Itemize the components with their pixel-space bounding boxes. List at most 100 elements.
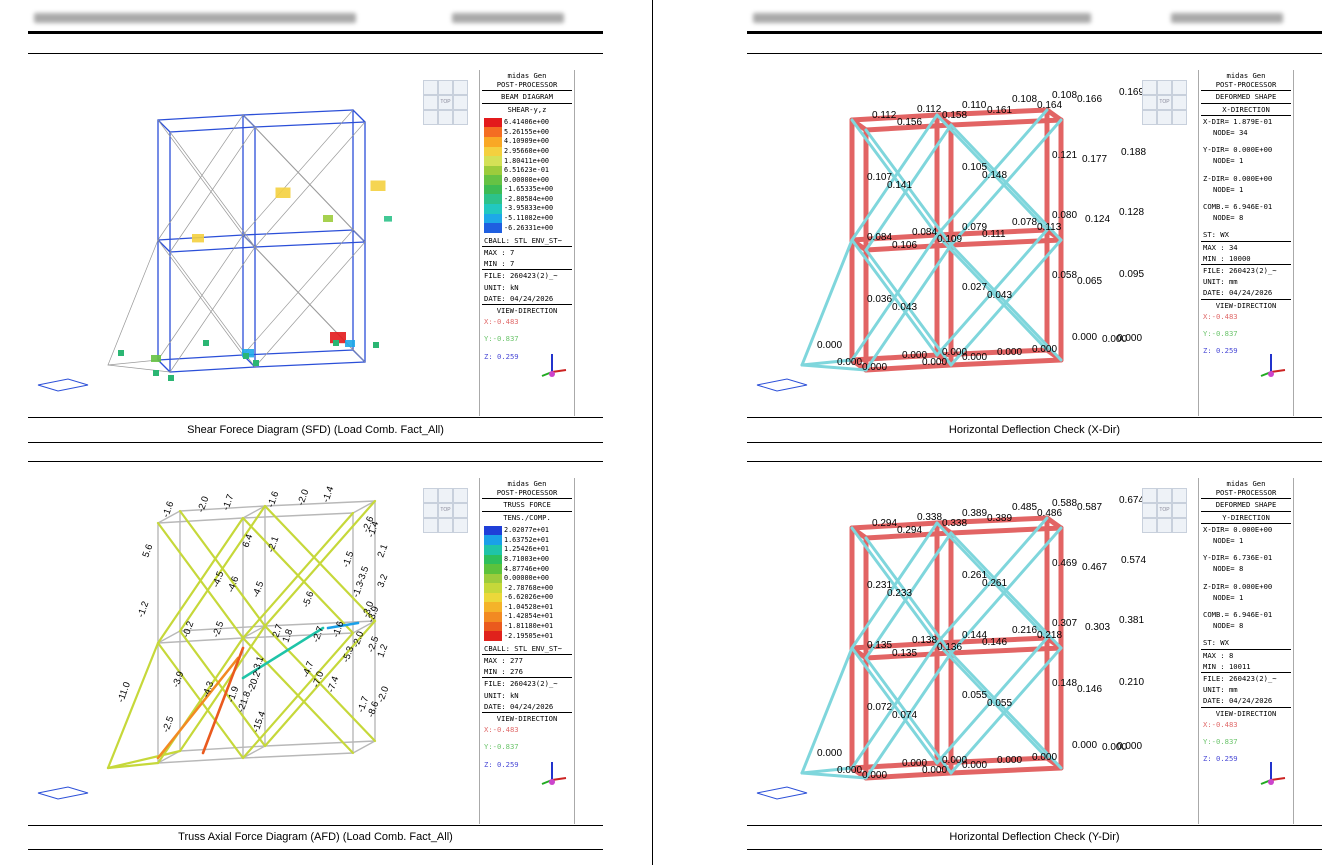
info-file: FILE: 260423(2)_~ [1203,674,1277,684]
deflection-label: 0.148 [982,170,1007,181]
legend-value: 0.00000e+00 [504,574,550,583]
info-result-line: COMB.= 6.946E-01 [1203,202,1273,212]
legend-value: 1.80411e+00 [504,156,550,165]
support-node [333,340,339,346]
info-result-line: Y-DIR= 6.736E-01 [1203,553,1273,563]
defy-graphic[interactable]: 0.2940.2940.3380.3380.389 0.3890.4850.486… [747,478,1197,813]
deflection-label: 0.074 [892,710,917,721]
axis-triad-icon [1260,762,1286,785]
deflection-label: 0.000 [997,755,1022,766]
info-component: SHEAR-y,z [507,104,547,114]
deflection-label: 0.113 [1037,222,1062,233]
panel-sfd: TOP midas Gen POST-PROCESSOR BEAM DIAGRA… [28,70,603,420]
deflection-label: 0.136 [937,642,962,653]
deflection-label: 0.588 [1052,498,1077,509]
info-subtitle: POST-PROCESSOR [496,80,558,90]
legend-value: -6.62026e+00 [504,593,554,602]
info-view-x: X:-0.483 [1203,719,1238,729]
info-view-direction: VIEW-DIRECTION [1215,708,1277,718]
view-cube[interactable]: TOP [1142,488,1187,533]
view-cube[interactable]: TOP [423,488,468,533]
right-header [747,8,1322,30]
legend-value: -1.42854e+01 [504,612,554,621]
member-label: -4.5 [210,570,226,589]
view-cube[interactable]: TOP [423,80,468,125]
info-min: MIN : 276 [484,667,523,677]
beam [352,740,376,754]
info-view-direction: VIEW-DIRECTION [496,306,558,316]
brace [107,359,159,366]
info-result-line: NODE= 8 [1213,621,1244,631]
member-label: -2.5 [160,715,176,734]
legend-swatch [484,602,502,613]
beam [242,752,354,759]
deflection-label: 0.000 [1117,741,1142,752]
legend-swatch [484,631,502,641]
view-cube[interactable]: TOP [1142,80,1187,125]
legend-value: -3.95833e+00 [504,204,554,213]
legend-value: 2.02077e+01 [504,526,550,535]
support-node [153,370,159,376]
info-result-line: X-DIR= 1.879E-01 [1203,116,1273,126]
left-header [28,8,603,30]
deflection-label: 0.674 [1119,495,1144,506]
caption-sfd: Shear Forece Diagram (SFD) (Load Comb. F… [187,424,444,436]
info-diagram-type: DEFORMED SHAPE [1215,500,1277,510]
deflection-label: 0.000 [837,765,862,776]
deflection-label: 0.587 [1077,502,1102,513]
deflection-label: 0.055 [987,698,1012,709]
beam [157,757,244,764]
deflection-label: 0.078 [1012,217,1037,228]
deflection-label: 0.338 [942,518,967,529]
deflection-label: 0.338 [917,512,942,523]
info-panel-afd: midas Gen POST-PROCESSOR TRUSS FORCE TEN… [479,478,575,824]
deflection-label: 0.169 [1119,87,1144,98]
beam [242,349,354,356]
brace [254,241,366,368]
info-result-line: NODE= 1 [1213,536,1244,546]
deflection-label: 0.000 [837,357,862,368]
legend-swatch [484,612,502,622]
deflection-label: 0.148 [1052,678,1077,689]
info-diagram-type: BEAM DIAGRAM [501,92,553,102]
member-label: -2.1 [265,535,281,554]
info-panel-sfd: midas Gen POST-PROCESSOR BEAM DIAGRAM SH… [479,70,575,416]
legend-swatch [484,621,502,632]
afd-graphic[interactable]: -1.6 -2.0 -1.7 -1.6 -2.0 -1.4-2.65.66.4 -2.1-1… [28,478,478,813]
left-page: TOP midas Gen POST-PROCESSOR BEAM DIAGRA… [28,0,603,865]
beam [254,361,366,368]
member-label: -1.7 [220,493,236,512]
blurred-title [34,13,356,23]
legend-value: 1.63752e+01 [504,535,550,544]
info-component: Y-DIRECTION [1222,512,1270,522]
color-legend: 6.41406e+00 5.26155e+00 4.10909e+00 2.95660… [484,117,570,233]
deflection-label: 0.000 [817,340,842,351]
color-legend: 2.02077e+01 1.63752e+01 1.25426e+01 8.71003… [484,525,570,641]
deflection-label: 0.177 [1082,154,1107,165]
info-min: MIN : 7 [484,259,515,269]
info-result-line: ST: WX [1203,230,1229,240]
deflection-label: 0.000 [1032,752,1057,763]
legend-swatch [484,592,502,603]
info-date: DATE: 04/24/2026 [484,293,554,303]
info-diagram-type: DEFORMED SHAPE [1215,92,1277,102]
beam [169,366,256,373]
legend-value: 6.41406e+00 [504,118,550,127]
beam [264,500,376,507]
info-subtitle: POST-PROCESSOR [1215,488,1277,498]
brace [107,239,159,366]
defx-graphic[interactable]: 0.1120.1560.1120.1580.110 0.1610.1080.164… [747,70,1197,405]
deflection-label: 0.486 [1037,508,1062,519]
deflection-label: 0.307 [1052,618,1077,629]
deflection-label: 0.055 [962,690,987,701]
brace [254,121,366,248]
beam [157,114,244,121]
blurred-right-title [452,13,564,23]
sfd-graphic[interactable] [28,70,478,405]
deflection-label: 0.000 [922,765,947,776]
info-result-line: NODE= 1 [1213,592,1244,602]
legend-value: 1.25426e+01 [504,545,550,554]
info-max: MAX : 8 [1203,650,1234,660]
deflection-label: 0.146 [982,637,1007,648]
brace [169,126,256,253]
